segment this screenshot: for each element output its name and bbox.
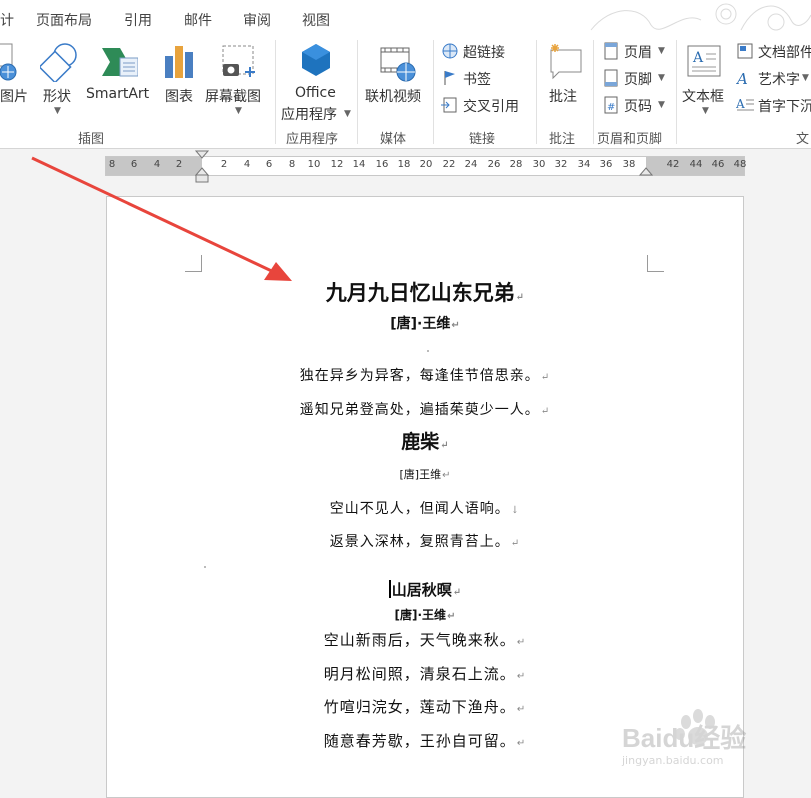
watermark-brand: Baidu经验 <box>622 723 747 753</box>
annotation-arrow-icon <box>31 156 292 281</box>
baidu-watermark: Baidu经验 jingyan.baidu.com <box>616 700 811 790</box>
watermark-url: jingyan.baidu.com <box>622 754 724 767</box>
